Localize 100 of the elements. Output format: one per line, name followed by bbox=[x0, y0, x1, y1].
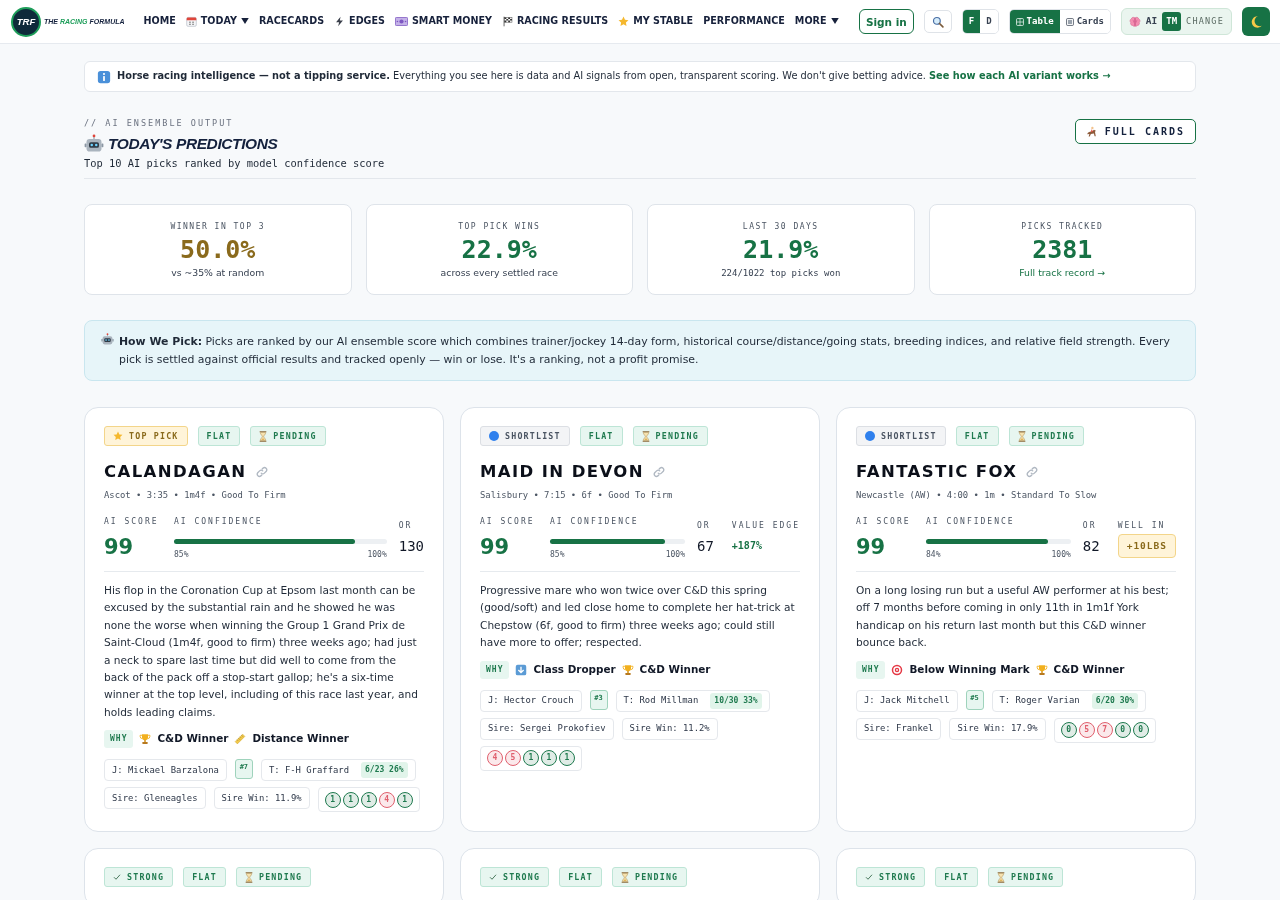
page-title: TODAY'S PREDICTIONS bbox=[108, 135, 278, 153]
form-figure: 5 bbox=[1078, 722, 1095, 739]
track-record-link[interactable]: Full track record → bbox=[1019, 267, 1106, 279]
form-figure: 1 bbox=[342, 791, 359, 808]
jockey-chip: J: Mickael Barzalona bbox=[104, 759, 227, 782]
trainer-strike-rate: 6/23 26% bbox=[361, 762, 408, 779]
score-label: AI SCORE bbox=[104, 517, 160, 527]
score-label: AI SCORE bbox=[480, 517, 536, 527]
race-type-tag: FLAT bbox=[197, 426, 241, 446]
stat-value: 50.0% bbox=[180, 236, 256, 264]
banknote-icon bbox=[394, 17, 408, 26]
brain-icon bbox=[1128, 15, 1141, 28]
tier-label: SHORTLIST bbox=[505, 429, 561, 443]
form-figure: 0 bbox=[1132, 722, 1149, 739]
sign-in-button[interactable]: Sign in bbox=[858, 9, 914, 34]
form-figure: 1 bbox=[360, 791, 377, 808]
reason-label: Distance Winner bbox=[252, 731, 349, 747]
race-comment: His flop in the Coronation Cup at Epsom last month can be excused by the substantial rain and he showed he was none the worse when winning the Group 1 Grand Prix de Saint-Cloud (1m4f, good to firm) three weeks ago; had just a neck to spare last time but did well to come from the back of the pack off a stop-start gallop; he's a six-time winner at the top level, including of this race last year, and holds leading claims. bbox=[104, 583, 419, 720]
link-icon[interactable] bbox=[1026, 465, 1039, 478]
dot-icon bbox=[865, 431, 875, 441]
nav-link[interactable]: MORE bbox=[794, 14, 839, 29]
stat-value: 22.9% bbox=[461, 236, 537, 264]
section-eyebrow: // AI ENSEMBLE OUTPUT bbox=[84, 117, 235, 129]
rider-icon bbox=[1085, 125, 1098, 138]
race-meta: Newcastle (AW) • 4:00 • 1m • Standard To Slow bbox=[856, 489, 1098, 501]
check-icon bbox=[113, 873, 121, 882]
down-arrow-icon bbox=[515, 663, 528, 676]
nav-link[interactable]: TODAY bbox=[185, 14, 249, 29]
nav-link[interactable]: HOME bbox=[143, 14, 176, 29]
hourglass-icon bbox=[641, 430, 650, 442]
metric-label: VALUE EDGE bbox=[731, 521, 800, 531]
theme-toggle-button[interactable] bbox=[1242, 7, 1270, 36]
square-icon bbox=[1065, 17, 1074, 26]
horse-name: FANTASTIC FOX bbox=[856, 461, 1018, 482]
reason-label: C&D Winner bbox=[1053, 661, 1125, 677]
brand-logo[interactable]: TRF bbox=[11, 6, 41, 37]
rating-value: 82 bbox=[1082, 537, 1100, 555]
trophy-icon bbox=[621, 663, 634, 676]
form-figure: 4 bbox=[378, 791, 395, 808]
robot-icon bbox=[84, 134, 104, 154]
target-icon bbox=[891, 663, 904, 676]
star-icon bbox=[113, 431, 123, 441]
font-option[interactable]: F bbox=[962, 10, 981, 33]
form-figure: 5 bbox=[505, 750, 521, 767]
trainer-name: T: Roger Varian bbox=[999, 693, 1080, 707]
confidence-min: 84% bbox=[926, 550, 941, 560]
metric-label: OR bbox=[696, 521, 712, 531]
horse-name: MAID IN DEVON bbox=[480, 461, 644, 482]
confidence-max: 100% bbox=[1051, 550, 1071, 560]
ai-score: 99 bbox=[856, 535, 887, 559]
full-cards-button[interactable]: FULL CARDS bbox=[1074, 119, 1196, 144]
why-tag: WHY bbox=[856, 660, 886, 679]
link-icon[interactable] bbox=[255, 465, 268, 478]
page-subtitle: Top 10 AI picks ranked by model confidence score bbox=[84, 156, 385, 170]
nav-link[interactable]: EDGES bbox=[334, 14, 385, 29]
why-tag: WHY bbox=[104, 730, 134, 749]
tier-label: STRONG bbox=[879, 871, 917, 884]
nav-link[interactable]: RACECARDS bbox=[258, 14, 325, 29]
trophy-icon bbox=[139, 733, 152, 746]
reason-label: C&D Winner bbox=[157, 731, 229, 747]
view-option[interactable]: Table bbox=[1009, 10, 1060, 33]
stat-label: LAST 30 DAYS bbox=[742, 222, 819, 232]
race-type-tag: FLAT bbox=[579, 426, 623, 446]
hourglass-icon bbox=[620, 871, 629, 883]
race-type-tag: FLAT bbox=[955, 426, 999, 446]
trainer-strike-rate: 10/30 33% bbox=[710, 692, 762, 709]
nav-link[interactable]: MY STABLE bbox=[618, 14, 694, 29]
confidence-label: AI CONFIDENCE bbox=[174, 517, 264, 527]
metric-label: WELL IN bbox=[1117, 521, 1167, 531]
form-figure: 1 bbox=[541, 750, 557, 767]
nav-link[interactable]: PERFORMANCE bbox=[703, 14, 785, 29]
search-button[interactable] bbox=[923, 10, 952, 33]
sire-win-chip: Sire Win: 17.9% bbox=[949, 717, 1046, 740]
star-icon bbox=[618, 16, 630, 27]
stat-label: WINNER IN TOP 3 bbox=[170, 222, 266, 232]
horse-name: CALANDAGAN bbox=[104, 461, 247, 482]
confidence-min: 85% bbox=[174, 550, 189, 560]
value-edge: +187% bbox=[731, 539, 763, 553]
link-icon[interactable] bbox=[652, 465, 665, 478]
nav-link[interactable]: SMART MONEY bbox=[394, 14, 492, 29]
hourglass-icon bbox=[244, 871, 253, 883]
reason-label: Below Winning Mark bbox=[909, 661, 1030, 677]
check-icon bbox=[865, 873, 873, 882]
race-meta: Salisbury • 7:15 • 6f • Good To Firm bbox=[480, 489, 674, 501]
ai-score: 99 bbox=[104, 535, 135, 559]
why-tag: WHY bbox=[480, 660, 510, 679]
stat-note: vs ~35% at random bbox=[171, 267, 265, 279]
hourglass-icon bbox=[996, 871, 1005, 883]
rating-value: 130 bbox=[398, 537, 424, 555]
stat-label: PICKS TRACKED bbox=[1021, 222, 1104, 232]
info-icon bbox=[97, 69, 111, 84]
ai-score: 99 bbox=[480, 535, 511, 559]
nav-link[interactable]: RACING RESULTS bbox=[501, 14, 609, 29]
tier-label: STRONG bbox=[503, 871, 541, 884]
race-comment: Progressive mare who won twice over C&D this spring (good/soft) and led close home to complete her hat-trick at Chepstow (6f, good to firm) three weeks ago; could still have more to offer; respected. bbox=[480, 583, 796, 651]
tier-label: TOP PICK bbox=[129, 429, 179, 443]
tier-label: SHORTLIST bbox=[881, 429, 937, 443]
notice-link[interactable]: See how each AI variant works → bbox=[929, 70, 1111, 82]
change-link[interactable]: CHANGE bbox=[1186, 15, 1224, 28]
race-type-tag: FLAT bbox=[935, 867, 978, 888]
